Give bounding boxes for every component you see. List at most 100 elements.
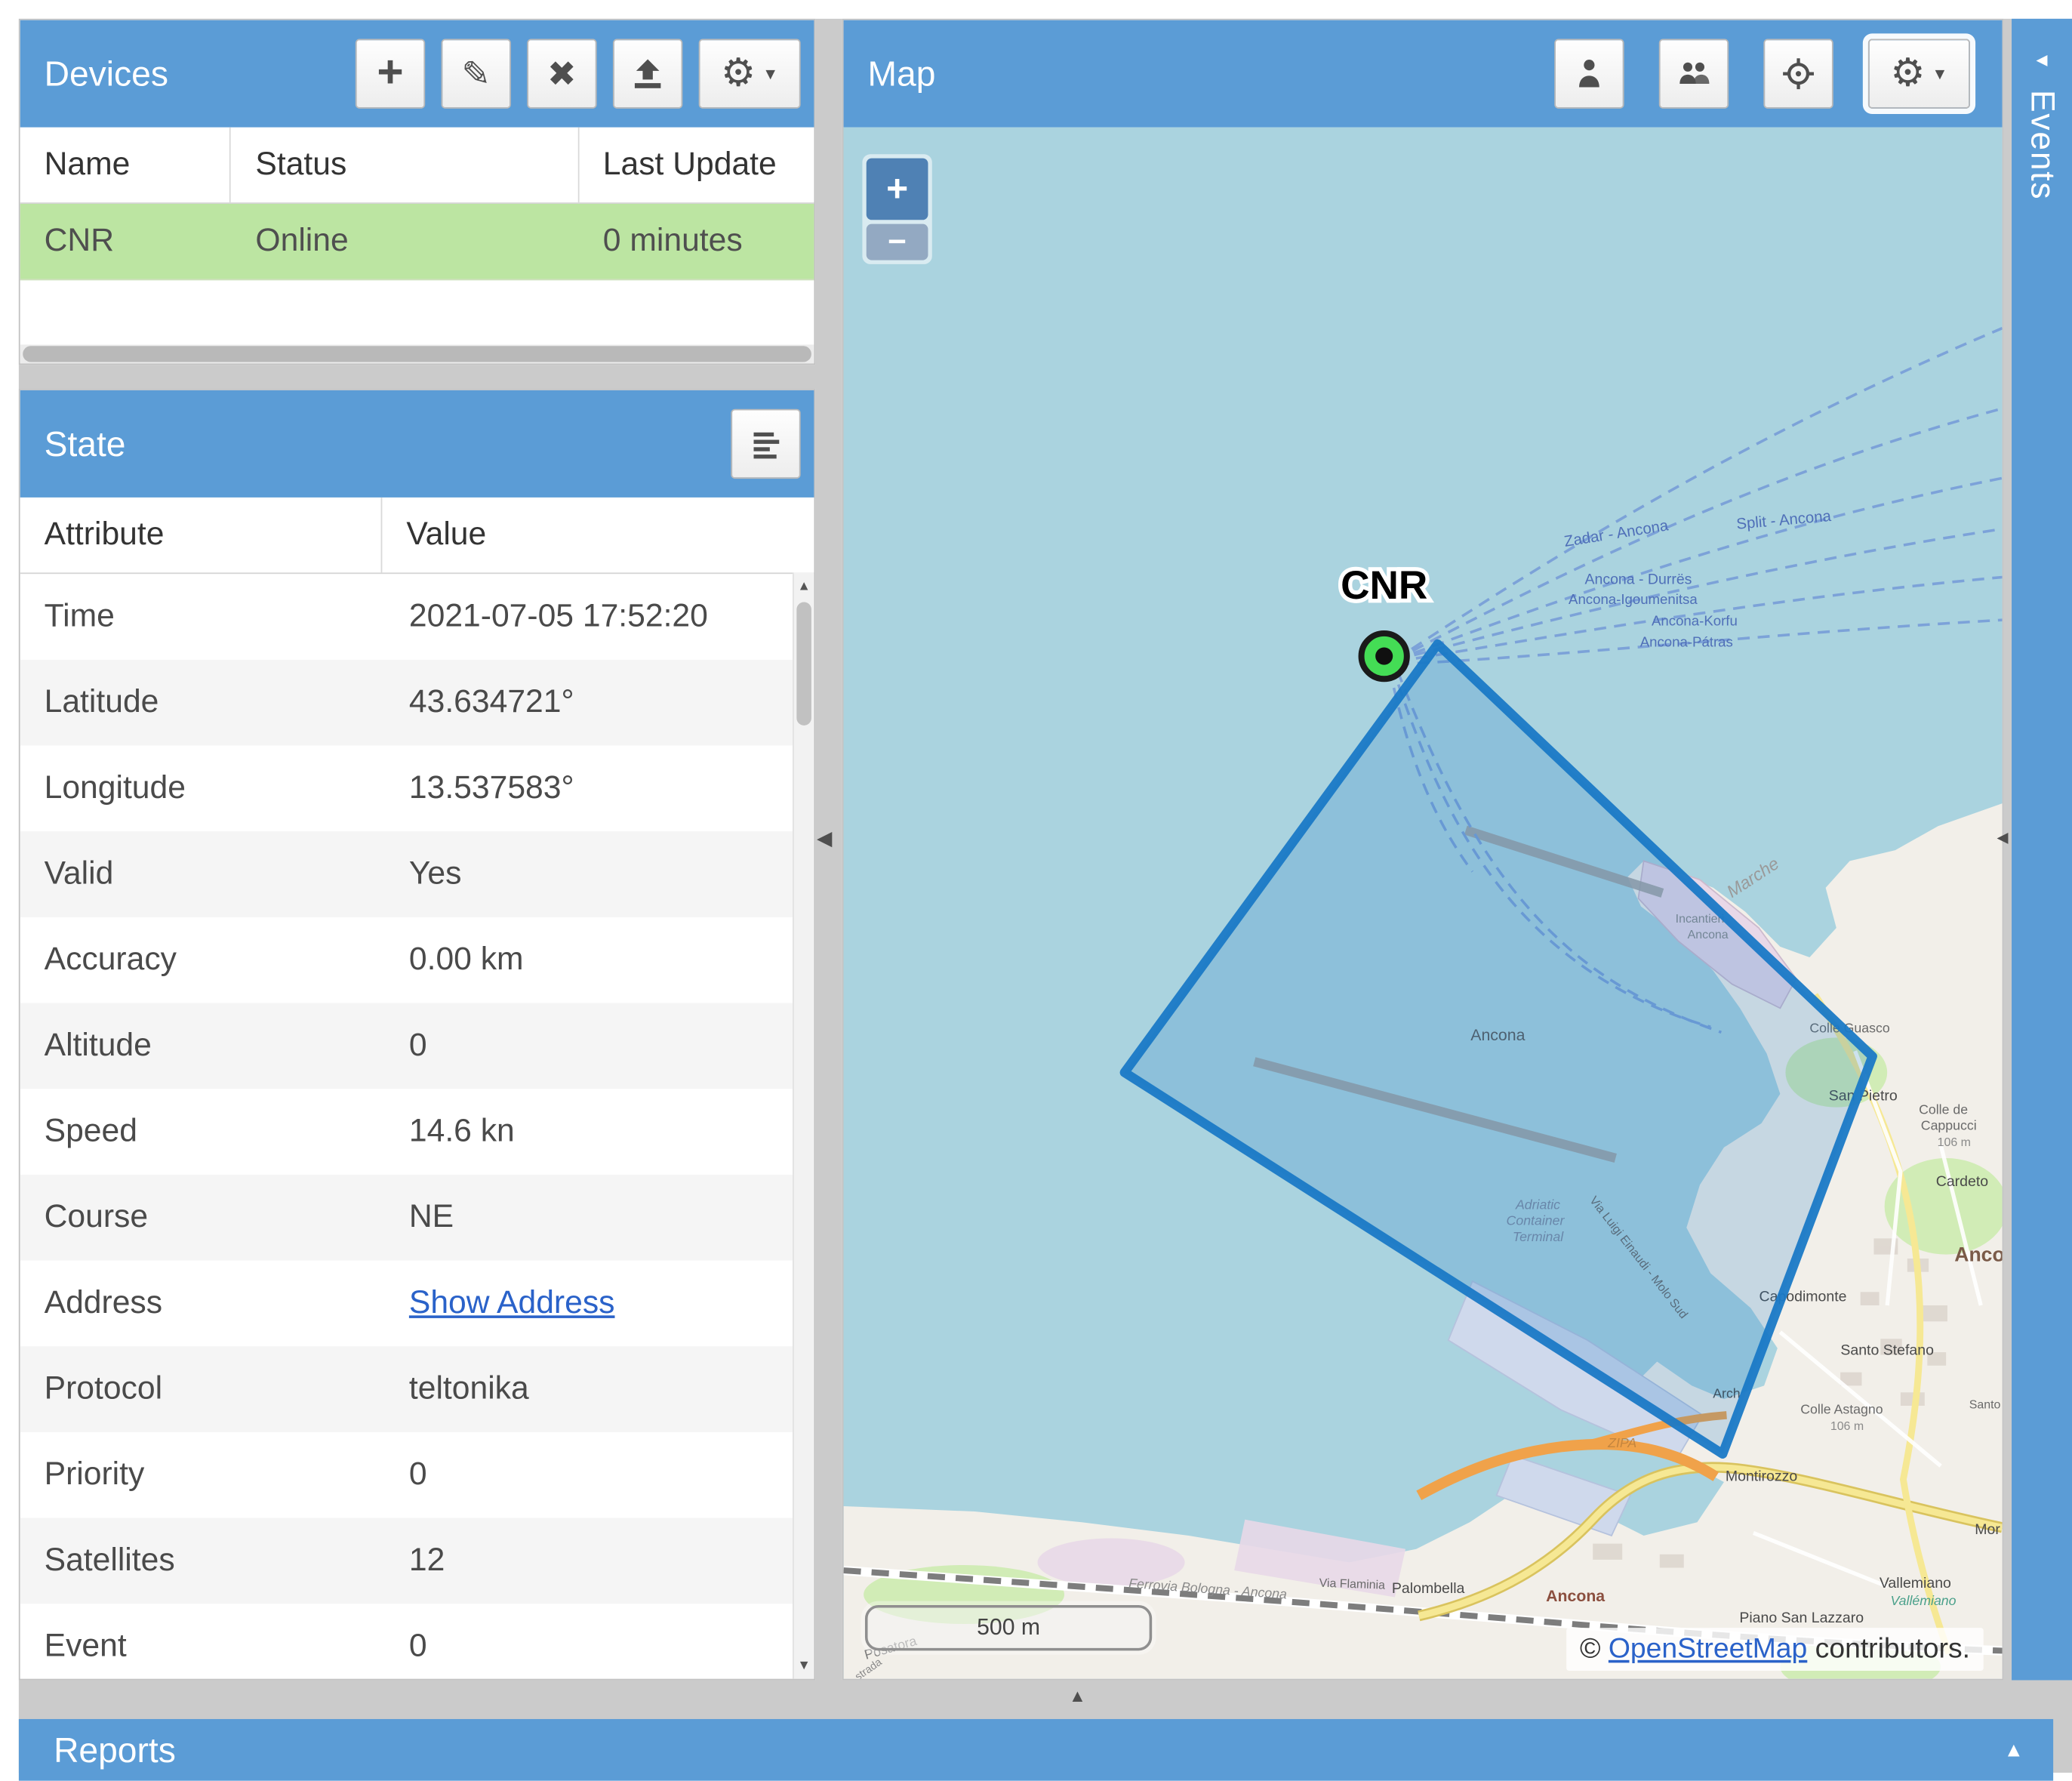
map-canvas[interactable]: Zadar - Ancona Split - Ancona Ancona - D… bbox=[844, 128, 2003, 1679]
devices-column-last-update[interactable]: Last Update bbox=[579, 128, 814, 202]
collapse-events-panel-icon[interactable]: ◀ bbox=[1997, 831, 2009, 846]
gear-icon: ⚙ bbox=[721, 54, 756, 94]
reports-title: Reports bbox=[54, 1729, 176, 1770]
scrollbar-thumb[interactable] bbox=[23, 346, 811, 362]
state-value: 0 bbox=[382, 1432, 814, 1518]
state-panel-header: State bbox=[20, 390, 814, 498]
state-attribute: Satellites bbox=[20, 1518, 383, 1604]
devices-toolbar: + ✎ ✖ ⚙ ▼ bbox=[356, 39, 801, 109]
show-all-devices-button[interactable] bbox=[1659, 39, 1729, 109]
events-title: Events bbox=[2022, 90, 2061, 200]
scroll-up-icon[interactable]: ▲ bbox=[794, 575, 814, 596]
map-settings-button[interactable]: ⚙ ▼ bbox=[1868, 39, 1970, 109]
map-viewport[interactable]: Zadar - Ancona Split - Ancona Ancona - D… bbox=[844, 128, 2003, 1679]
map-label-place: Palombella bbox=[1392, 1580, 1465, 1597]
reports-panel-collapsed[interactable]: Reports ▲ bbox=[19, 1719, 2053, 1781]
expand-events-icon[interactable]: ◀ bbox=[2012, 51, 2072, 68]
state-row[interactable]: Priority 0 bbox=[20, 1432, 814, 1518]
scale-label: 500 m bbox=[977, 1614, 1040, 1641]
expand-reports-icon[interactable]: ▲ bbox=[2004, 1739, 2024, 1761]
state-attribute: Course bbox=[20, 1175, 383, 1261]
collapse-west-panel-icon[interactable]: ◀ bbox=[817, 829, 833, 849]
state-row[interactable]: Altitude 0 bbox=[20, 1003, 814, 1089]
map-label-place: Montirozzo bbox=[1726, 1468, 1798, 1484]
list-icon bbox=[748, 427, 783, 461]
state-value: 12 bbox=[382, 1518, 814, 1604]
map-label-place: Cappucci bbox=[1921, 1118, 1977, 1133]
cross-icon: ✖ bbox=[547, 57, 577, 91]
state-list-button[interactable] bbox=[731, 409, 800, 479]
map-label-place: Piano San Lazzaro bbox=[1739, 1610, 1864, 1626]
state-row[interactable]: Satellites 12 bbox=[20, 1518, 814, 1604]
state-value: Yes bbox=[382, 831, 814, 917]
state-attribute: Priority bbox=[20, 1432, 383, 1518]
edit-device-button[interactable]: ✎ bbox=[442, 39, 511, 109]
devices-column-name[interactable]: Name bbox=[20, 128, 232, 202]
upload-icon bbox=[629, 55, 667, 93]
map-label-place: Santo bbox=[1969, 1399, 2001, 1412]
state-row[interactable]: Event 0 bbox=[20, 1604, 814, 1680]
state-row[interactable]: Accuracy 0.00 km bbox=[20, 917, 814, 1003]
state-value: teltonika bbox=[382, 1346, 814, 1432]
pencil-icon: ✎ bbox=[461, 57, 491, 91]
state-row[interactable]: Time 2021-07-05 17:52:20 bbox=[20, 574, 814, 660]
state-attribute: Address bbox=[20, 1261, 383, 1347]
map-label-place: Colle Astagno bbox=[1800, 1402, 1883, 1417]
devices-grid-header: Name Status Last Update bbox=[20, 128, 814, 204]
map-scale-bar: 500 m bbox=[865, 1605, 1152, 1650]
remove-device-button[interactable]: ✖ bbox=[527, 39, 596, 109]
add-device-button[interactable]: + bbox=[356, 39, 425, 109]
map-label-place: ZIPA bbox=[1607, 1435, 1636, 1450]
devices-panel: Devices + ✎ ✖ ⚙ bbox=[19, 19, 815, 365]
follow-device-button[interactable] bbox=[1554, 39, 1624, 109]
expand-reports-handle-icon[interactable]: ▲ bbox=[1069, 1687, 1086, 1704]
state-value: 14.6 kn bbox=[382, 1089, 814, 1175]
state-row[interactable]: Address Show Address bbox=[20, 1261, 814, 1347]
devices-panel-header: Devices + ✎ ✖ ⚙ bbox=[20, 20, 814, 128]
zoom-out-button[interactable]: − bbox=[867, 224, 928, 260]
zoom-in-button[interactable]: + bbox=[867, 159, 928, 220]
locate-button[interactable] bbox=[1763, 39, 1833, 109]
scrollbar-thumb[interactable] bbox=[796, 602, 811, 725]
state-row[interactable]: Longitude 13.537583° bbox=[20, 746, 814, 832]
map-label-place: Vallemiano bbox=[1880, 1575, 1951, 1591]
state-attribute: Time bbox=[20, 574, 383, 660]
state-row[interactable]: Valid Yes bbox=[20, 831, 814, 917]
device-marker[interactable] bbox=[1362, 633, 1407, 679]
app-root: Devices + ✎ ✖ ⚙ bbox=[0, 0, 2072, 1773]
state-value: 0 bbox=[382, 1003, 814, 1089]
map-label-ferry: Ancona-Pátras bbox=[1640, 634, 1733, 650]
state-vertical-scrollbar[interactable]: ▲ ▼ bbox=[793, 572, 814, 1678]
map-label-place: Mor bbox=[1975, 1521, 2000, 1538]
device-row[interactable]: CNR Online 0 minutes bbox=[20, 204, 814, 280]
events-panel-collapsed[interactable]: ◀ Events bbox=[2012, 19, 2072, 1681]
devices-column-status[interactable]: Status bbox=[231, 128, 578, 202]
attribution-suffix: contributors. bbox=[1807, 1633, 1970, 1664]
state-row[interactable]: Course NE bbox=[20, 1175, 814, 1261]
map-label-place: 106 m bbox=[1830, 1420, 1864, 1433]
state-row[interactable]: Speed 14.6 kn bbox=[20, 1089, 814, 1175]
devices-settings-button[interactable]: ⚙ ▼ bbox=[699, 39, 801, 109]
device-name: CNR bbox=[20, 204, 232, 279]
state-value: 0 bbox=[382, 1604, 814, 1680]
show-address-link[interactable]: Show Address bbox=[409, 1285, 615, 1323]
plus-icon: + bbox=[377, 49, 403, 94]
state-row[interactable]: Latitude 43.634721° bbox=[20, 660, 814, 746]
chevron-down-icon: ▼ bbox=[1932, 66, 1947, 82]
map-label-road: Via Flaminia bbox=[1319, 1577, 1385, 1592]
map-label-place: Colle de bbox=[1919, 1102, 1968, 1117]
state-row[interactable]: Protocol teltonika bbox=[20, 1346, 814, 1432]
state-column-attribute[interactable]: Attribute bbox=[20, 498, 383, 572]
upload-device-button[interactable] bbox=[613, 39, 682, 109]
devices-horizontal-scrollbar[interactable] bbox=[20, 344, 814, 363]
scroll-down-icon[interactable]: ▼ bbox=[794, 1655, 814, 1676]
map-label-place: Vallémiano bbox=[1891, 1593, 1957, 1608]
state-value: NE bbox=[382, 1175, 814, 1261]
crosshair-icon bbox=[1781, 57, 1815, 91]
group-icon bbox=[1676, 57, 1711, 91]
openstreetmap-link[interactable]: OpenStreetMap bbox=[1609, 1633, 1807, 1664]
state-column-value[interactable]: Value bbox=[382, 498, 814, 572]
state-attribute: Speed bbox=[20, 1089, 383, 1175]
state-grid-header: Attribute Value bbox=[20, 498, 814, 574]
map-attribution: © OpenStreetMap contributors. bbox=[1566, 1628, 1983, 1671]
